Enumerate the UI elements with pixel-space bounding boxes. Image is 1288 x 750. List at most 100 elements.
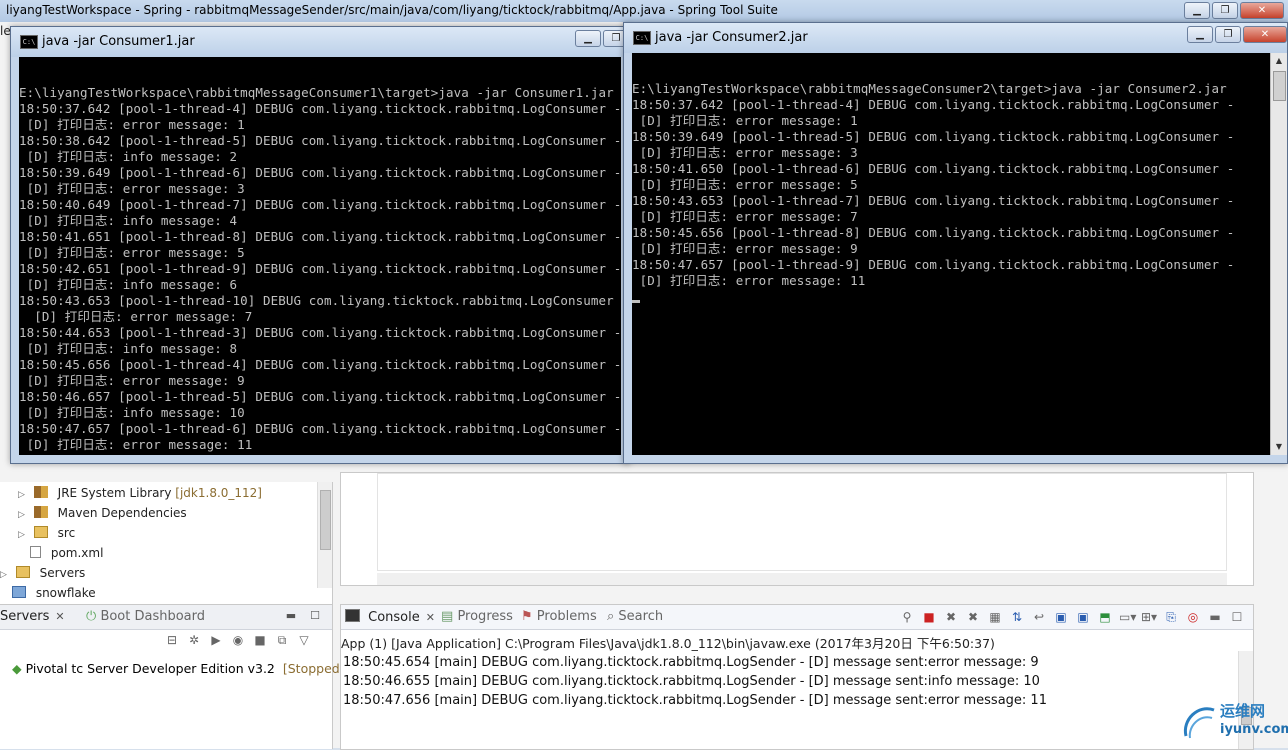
clear-console-icon[interactable]: ▦ bbox=[987, 610, 1003, 624]
tab-search[interactable]: ⌕ Search bbox=[607, 609, 663, 624]
console-line: 18:50:42.651 [pool-1-thread-9] DEBUG com… bbox=[19, 261, 621, 276]
console-line: 18:50:41.650 [pool-1-thread-6] DEBUG com… bbox=[632, 161, 1235, 176]
consumer1-title-bar[interactable]: C:\ java -jar Consumer1.jar ▁ ❐ bbox=[11, 27, 629, 57]
scroll-thumb[interactable] bbox=[1273, 71, 1286, 101]
console-tabbar: Console ✕ ▤ Progress ⚑ Problems ⌕ Search … bbox=[341, 605, 1253, 630]
minimize-view-icon[interactable]: ▬ bbox=[284, 610, 298, 622]
scroll-lock-icon[interactable]: ⇅ bbox=[1009, 610, 1025, 624]
view-menu-icon[interactable]: ▽ bbox=[296, 633, 312, 647]
tab-console[interactable]: Console ✕ bbox=[345, 609, 435, 625]
tree-item-src[interactable]: ▷ src bbox=[18, 526, 75, 546]
tree-item-jre[interactable]: ▷ JRE System Library [jdk1.8.0_112] bbox=[18, 486, 262, 506]
open-console-icon[interactable]: ⊞▾ bbox=[1141, 610, 1157, 624]
consumer2-window[interactable]: C:\ java -jar Consumer2.jar ▁ ❐ ✕ E:\liy… bbox=[623, 22, 1288, 464]
profile-icon[interactable]: ◉ bbox=[230, 633, 246, 647]
tab-boot-dashboard[interactable]: ⏻ Boot Dashboard bbox=[86, 609, 205, 624]
scroll-down-icon[interactable]: ▼ bbox=[1271, 439, 1287, 455]
ide-maximize-button[interactable]: ❐ bbox=[1212, 2, 1238, 19]
console-line: E:\liyangTestWorkspace\rabbitmqMessageCo… bbox=[632, 81, 1227, 96]
maximize-view-icon[interactable]: ☐ bbox=[308, 610, 322, 622]
cmd-icon: C:\ bbox=[20, 35, 38, 49]
console-line: 18:50:43.653 [pool-1-thread-7] DEBUG com… bbox=[632, 193, 1235, 208]
remove-launch-icon[interactable]: ✖ bbox=[943, 610, 959, 624]
ide-close-button[interactable]: ✕ bbox=[1240, 2, 1284, 19]
consumer1-console-screen[interactable]: E:\liyangTestWorkspace\rabbitmqMessageCo… bbox=[19, 57, 621, 455]
console-line: [D] 打印日志: error message: 7 bbox=[632, 209, 858, 224]
tree-item-label: Maven Dependencies bbox=[57, 506, 187, 520]
consumer2-title-bar[interactable]: C:\ java -jar Consumer2.jar ▁ ❐ ✕ bbox=[624, 23, 1287, 53]
console-line: [D] 打印日志: error message: 1 bbox=[19, 117, 245, 132]
editor-area[interactable] bbox=[340, 472, 1254, 586]
problems-icon: ⚑ bbox=[521, 609, 533, 624]
scroll-up-icon[interactable]: ▲ bbox=[1271, 53, 1287, 69]
consumer1-title: java -jar Consumer1.jar bbox=[42, 34, 195, 49]
pin-console-icon[interactable]: ⬒ bbox=[1097, 610, 1113, 624]
display-console-icon[interactable]: ▭▾ bbox=[1119, 610, 1136, 624]
console-line: 18:50:46.655 [main] DEBUG com.liyang.tic… bbox=[343, 674, 1040, 689]
show-stderr-icon[interactable]: ▣ bbox=[1075, 610, 1091, 624]
minimize-view-icon[interactable]: ▬ bbox=[1207, 610, 1223, 624]
terminate-icon[interactable]: ■ bbox=[921, 610, 937, 624]
maximize-view-icon[interactable]: ☐ bbox=[1229, 610, 1245, 624]
remove-all-icon[interactable]: ✖ bbox=[965, 610, 981, 624]
server-name: Pivotal tc Server Developer Edition v3.2 bbox=[25, 661, 275, 676]
debug-icon[interactable]: ✲ bbox=[186, 633, 202, 647]
console-line: [D] 打印日志: info message: 6 bbox=[19, 277, 238, 292]
tree-item-label: Servers bbox=[39, 566, 86, 580]
tab-label: Search bbox=[618, 609, 664, 624]
publish-icon[interactable]: ⧉ bbox=[274, 633, 290, 647]
progress-icon: ▤ bbox=[441, 609, 454, 624]
collapse-icon[interactable]: ⊟ bbox=[164, 633, 180, 647]
show-stdout-icon[interactable]: ▣ bbox=[1053, 610, 1069, 624]
consumer1-window[interactable]: C:\ java -jar Consumer1.jar ▁ ❐ E:\liyan… bbox=[10, 26, 630, 464]
pin-icon[interactable]: ⚲ bbox=[899, 610, 915, 624]
console-line: 18:50:45.656 [pool-1-thread-8] DEBUG com… bbox=[632, 225, 1235, 240]
tab-problems[interactable]: ⚑ Problems bbox=[521, 609, 597, 624]
console-line: [D] 打印日志: error message: 1 bbox=[632, 113, 858, 128]
tree-item-servers[interactable]: ▷ Servers bbox=[0, 566, 85, 586]
close-icon[interactable]: ✕ bbox=[426, 611, 435, 624]
tab-label: Progress bbox=[457, 609, 513, 624]
console-output[interactable]: 18:50:45.654 [main] DEBUG com.liyang.tic… bbox=[343, 653, 1047, 710]
tab-progress[interactable]: ▤ Progress bbox=[441, 609, 513, 624]
tree-item-maven[interactable]: ▷ Maven Dependencies bbox=[18, 506, 187, 526]
link-icon[interactable]: ⎘ bbox=[1163, 610, 1179, 624]
tree-item-label: pom.xml bbox=[50, 546, 104, 560]
console-line: 18:50:46.657 [pool-1-thread-5] DEBUG com… bbox=[19, 389, 621, 404]
word-wrap-icon[interactable]: ↩ bbox=[1031, 610, 1047, 624]
stop-icon[interactable]: ■ bbox=[252, 633, 268, 647]
expand-arrow-icon[interactable]: ▷ bbox=[18, 490, 30, 500]
consumer1-minimize-button[interactable]: ▁ bbox=[575, 30, 601, 47]
consumer2-minimize-button[interactable]: ▁ bbox=[1187, 26, 1213, 43]
tree-item-snowflake[interactable]: snowflake bbox=[12, 586, 96, 606]
start-icon[interactable]: ▶ bbox=[208, 633, 224, 647]
watermark-text-domain: iyunv.com bbox=[1220, 722, 1288, 737]
consumer2-maximize-button[interactable]: ❐ bbox=[1215, 26, 1241, 43]
expand-arrow-icon[interactable]: ▷ bbox=[0, 570, 12, 580]
consumer2-close-button[interactable]: ✕ bbox=[1243, 26, 1287, 43]
explorer-vertical-scrollbar[interactable] bbox=[317, 482, 332, 588]
console-line: 18:50:37.642 [pool-1-thread-4] DEBUG com… bbox=[632, 97, 1235, 112]
expand-arrow-icon[interactable]: ▷ bbox=[18, 510, 30, 520]
console-line: 18:50:43.653 [pool-1-thread-10] DEBUG co… bbox=[19, 293, 614, 308]
consumer2-scrollbar[interactable]: ▲ ▼ bbox=[1270, 53, 1287, 455]
consumer2-console-screen[interactable]: E:\liyangTestWorkspace\rabbitmqMessageCo… bbox=[632, 53, 1287, 455]
folder-icon bbox=[15, 566, 30, 578]
console-launch-info: App (1) [Java Application] C:\Program Fi… bbox=[341, 636, 995, 651]
editor-text-area[interactable] bbox=[377, 473, 1227, 571]
expand-arrow-icon[interactable]: ▷ bbox=[18, 530, 30, 540]
close-icon[interactable]: ✕ bbox=[55, 610, 64, 623]
console-line: 18:50:45.654 [main] DEBUG com.liyang.tic… bbox=[343, 655, 1039, 670]
ide-minimize-button[interactable]: ▁ bbox=[1184, 2, 1210, 19]
package-explorer: ▷ JRE System Library [jdk1.8.0_112] ▷ Ma… bbox=[0, 482, 333, 622]
tree-item-pom[interactable]: pom.xml bbox=[30, 546, 103, 566]
console-toolbar: ⚲ ■ ✖ ✖ ▦ ⇅ ↩ ▣ ▣ ⬒ ▭▾ ⊞▾ ⎘ ◎ ▬ ☐ bbox=[899, 610, 1245, 624]
tab-servers[interactable]: Servers ✕ bbox=[0, 609, 65, 624]
servers-tabbar: Servers ✕ ⏻ Boot Dashboard ▬ ☐ bbox=[0, 605, 332, 630]
server-row[interactable]: ◆ Pivotal tc Server Developer Edition v3… bbox=[12, 661, 345, 676]
project-icon bbox=[12, 586, 26, 598]
editor-horizontal-scrollbar[interactable] bbox=[377, 573, 1227, 585]
console-line: E:\liyangTestWorkspace\rabbitmqMessageCo… bbox=[19, 85, 614, 100]
debug-config-icon[interactable]: ◎ bbox=[1185, 610, 1201, 624]
search-icon: ⌕ bbox=[607, 609, 615, 624]
